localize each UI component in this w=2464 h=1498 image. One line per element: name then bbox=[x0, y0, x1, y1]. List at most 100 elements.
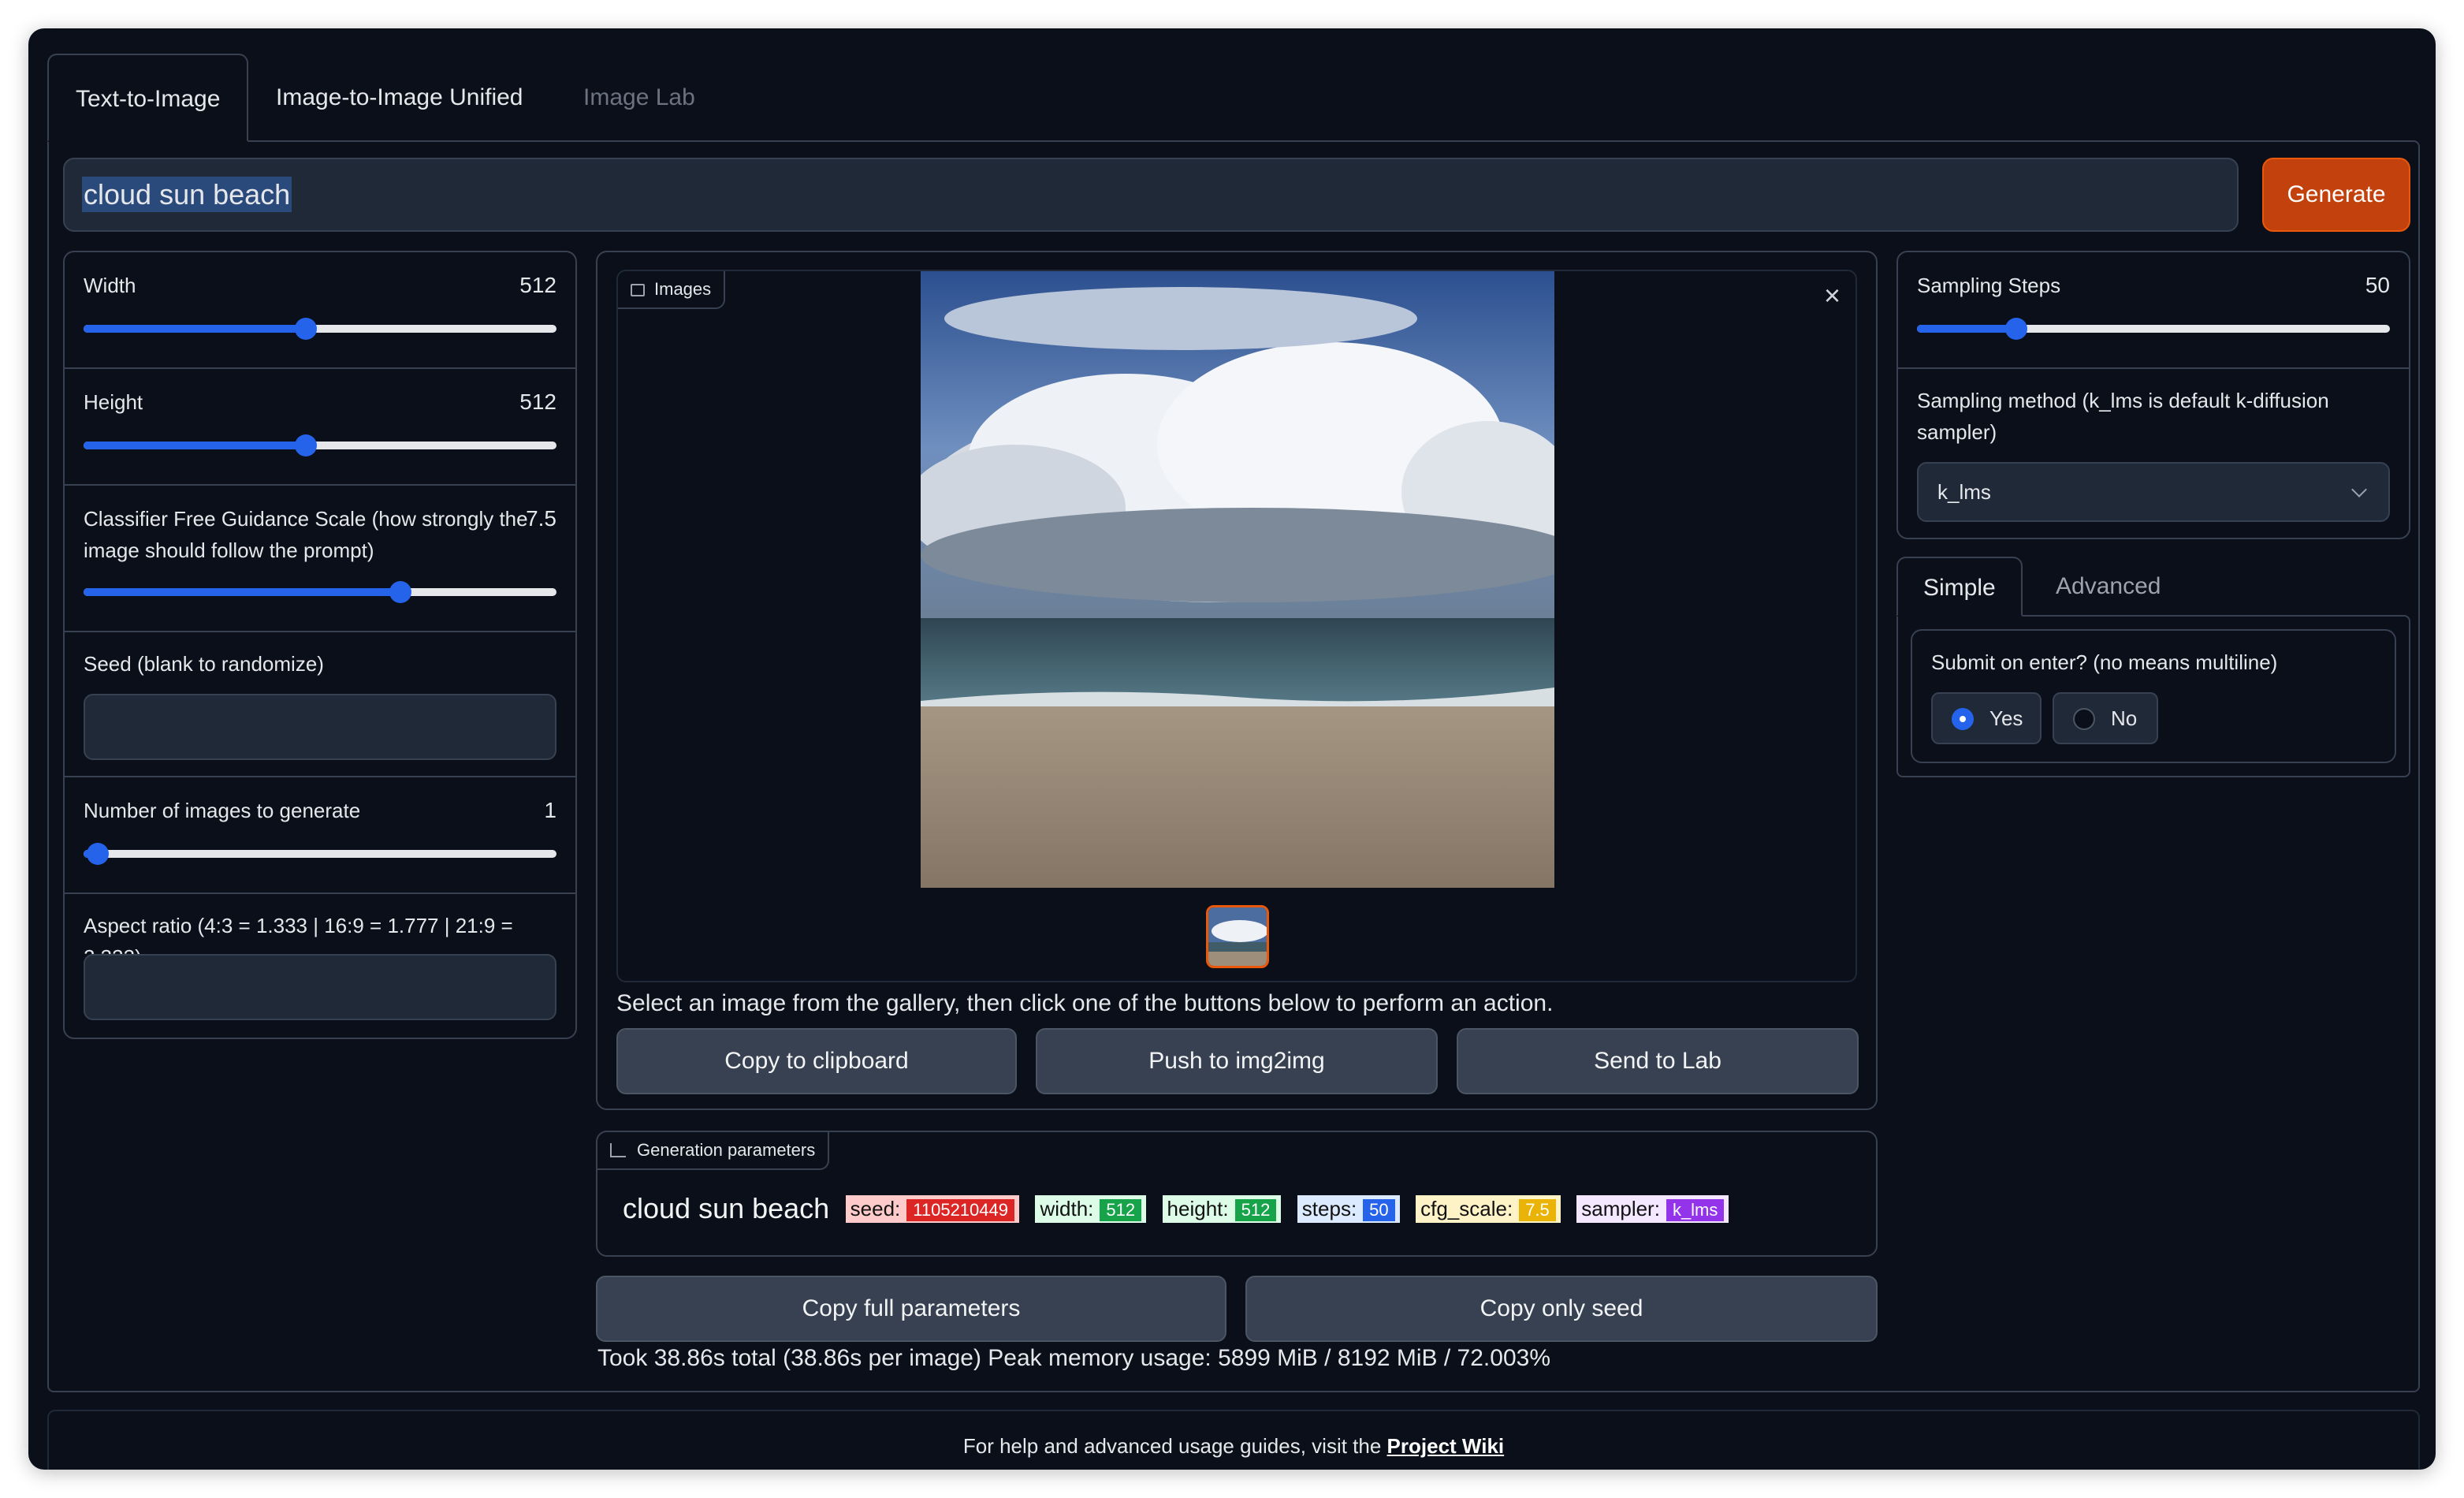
project-wiki-link[interactable]: Project Wiki bbox=[1387, 1434, 1505, 1458]
num-images-block: Number of images to generate 1 bbox=[65, 777, 575, 894]
main-panel: cloud sun beach Generate Width 512 Heigh… bbox=[47, 140, 2420, 1392]
footer-text: For help and advanced usage guides, visi… bbox=[962, 1434, 1387, 1458]
generation-parameters-label: Generation parameters bbox=[637, 1140, 816, 1160]
tab-image-to-image-unified[interactable]: Image-to-Image Unified bbox=[249, 54, 549, 142]
push-to-img2img-button[interactable]: Push to img2img bbox=[1036, 1028, 1438, 1094]
options-tabs: Simple Advanced Submit on enter? (no mea… bbox=[1896, 557, 2410, 777]
send-to-lab-button[interactable]: Send to Lab bbox=[1457, 1028, 1859, 1094]
seed-chip-key: seed: bbox=[850, 1196, 901, 1220]
radio-yes[interactable]: Yes bbox=[1931, 692, 2042, 744]
height-slider-handle[interactable] bbox=[295, 434, 317, 456]
cfg-slider-handle[interactable] bbox=[389, 581, 411, 603]
steps-chip-key: steps: bbox=[1301, 1196, 1357, 1220]
cfg-scale-chip: cfg_scale: 7.5 bbox=[1416, 1194, 1561, 1223]
sampling-method-block: Sampling method (k_lms is default k-diff… bbox=[1898, 369, 2409, 538]
radio-no-dot[interactable] bbox=[2073, 708, 2095, 730]
width-slider-handle[interactable] bbox=[295, 318, 317, 340]
seed-block: Seed (blank to randomize) bbox=[65, 632, 575, 777]
width-slider[interactable] bbox=[84, 318, 556, 340]
chart-icon bbox=[610, 1143, 626, 1157]
sampling-steps-block: Sampling Steps 50 bbox=[1898, 252, 2409, 369]
height-label: Height bbox=[84, 390, 143, 414]
close-icon[interactable]: × bbox=[1824, 279, 1841, 312]
radio-no[interactable]: No bbox=[2053, 692, 2158, 744]
width-chip-key: width: bbox=[1040, 1196, 1094, 1220]
tab-bar: Text-to-Image Image-to-Image Unified Ima… bbox=[47, 54, 2420, 142]
seed-input[interactable] bbox=[84, 694, 556, 760]
sampling-method-label-line1: Sampling method (k_lms is default k-diff… bbox=[1917, 389, 2329, 412]
gallery-thumbnail[interactable] bbox=[1206, 905, 1269, 968]
generated-image[interactable] bbox=[921, 271, 1554, 888]
steps-chip: steps: 50 bbox=[1297, 1194, 1400, 1223]
sampler-chip-key: sampler: bbox=[1581, 1196, 1660, 1220]
cfg-value[interactable]: 7.5 bbox=[526, 506, 556, 531]
width-value[interactable]: 512 bbox=[519, 273, 556, 298]
cfg-slider-block: Classifier Free Guidance Scale (how stro… bbox=[65, 486, 575, 632]
simple-tab-panel: Submit on enter? (no means multiline) Ye… bbox=[1896, 615, 2410, 777]
cfg-label-line1: Classifier Free Guidance Scale (how stro… bbox=[84, 507, 528, 531]
sampler-chip-value: k_lms bbox=[1666, 1198, 1725, 1221]
sampling-steps-slider-fill bbox=[1917, 325, 2016, 333]
num-images-value[interactable]: 1 bbox=[544, 798, 556, 823]
radio-yes-dot[interactable] bbox=[1952, 708, 1974, 730]
sampling-panel: Sampling Steps 50 Sampling method (k_lms… bbox=[1896, 251, 2410, 539]
height-chip-key: height: bbox=[1167, 1196, 1229, 1220]
sampling-method-select[interactable]: k_lms bbox=[1917, 462, 2390, 522]
sampling-steps-slider[interactable] bbox=[1917, 318, 2390, 340]
sampler-chip: sampler: k_lms bbox=[1576, 1194, 1729, 1223]
height-chip-value: 512 bbox=[1234, 1198, 1277, 1221]
height-slider[interactable] bbox=[84, 434, 556, 456]
width-chip-value: 512 bbox=[1100, 1198, 1142, 1221]
height-value[interactable]: 512 bbox=[519, 389, 556, 415]
tab-text-to-image[interactable]: Text-to-Image bbox=[47, 54, 249, 142]
prompt-text: cloud sun beach bbox=[82, 177, 292, 212]
aspect-ratio-input[interactable] bbox=[84, 954, 556, 1020]
cfg-slider-fill bbox=[84, 588, 400, 596]
tab-advanced[interactable]: Advanced bbox=[2030, 557, 2186, 617]
tab-image-lab[interactable]: Image Lab bbox=[556, 54, 722, 142]
thumbnail-image bbox=[1208, 907, 1267, 966]
num-images-slider-handle[interactable] bbox=[87, 843, 109, 865]
footer: For help and advanced usage guides, visi… bbox=[47, 1410, 2420, 1470]
submit-on-enter-block: Submit on enter? (no means multiline) Ye… bbox=[1911, 629, 2396, 763]
chevron-down-icon bbox=[2351, 482, 2367, 497]
num-images-label: Number of images to generate bbox=[84, 799, 361, 822]
prompt-input[interactable]: cloud sun beach bbox=[63, 158, 2239, 232]
num-images-slider[interactable] bbox=[84, 843, 556, 865]
radio-yes-label: Yes bbox=[1989, 706, 2023, 730]
sampling-steps-slider-handle[interactable] bbox=[2005, 318, 2027, 340]
cfg-slider[interactable] bbox=[84, 581, 556, 603]
generation-parameters-badge: Generation parameters bbox=[597, 1132, 830, 1170]
sampling-steps-label: Sampling Steps bbox=[1917, 274, 2061, 297]
aspect-ratio-block: Aspect ratio (4:3 = 1.333 | 16:9 = 1.777… bbox=[65, 894, 575, 1038]
width-slider-fill bbox=[84, 325, 306, 333]
height-slider-block: Height 512 bbox=[65, 369, 575, 486]
generate-button[interactable]: Generate bbox=[2262, 158, 2410, 232]
copy-full-parameters-button[interactable]: Copy full parameters bbox=[596, 1276, 1226, 1342]
copy-only-seed-button[interactable]: Copy only seed bbox=[1245, 1276, 1878, 1342]
settings-panel: Width 512 Height 512 Classifier Free Gui… bbox=[63, 251, 577, 1039]
sampling-method-selected: k_lms bbox=[1937, 480, 1991, 504]
gallery-badge-label: Images bbox=[654, 279, 712, 299]
width-slider-block: Width 512 bbox=[65, 252, 575, 369]
seed-chip: seed: 1105210449 bbox=[845, 1194, 1019, 1223]
cfg-label-line2: image should follow the prompt) bbox=[84, 538, 374, 562]
sampling-steps-value[interactable]: 50 bbox=[2365, 273, 2390, 298]
cfg-scale-chip-value: 7.5 bbox=[1519, 1198, 1556, 1221]
gallery-instruction: Select an image from the gallery, then c… bbox=[616, 990, 1554, 1016]
image-icon bbox=[631, 284, 645, 296]
seed-chip-value: 1105210449 bbox=[906, 1198, 1014, 1221]
copy-to-clipboard-button[interactable]: Copy to clipboard bbox=[616, 1028, 1017, 1094]
generation-parameters-panel: Generation parameters cloud sun beach se… bbox=[596, 1131, 1878, 1257]
gallery-badge: Images bbox=[618, 271, 726, 309]
parameter-prompt: cloud sun beach bbox=[623, 1192, 830, 1224]
seed-label: Seed (blank to randomize) bbox=[84, 652, 324, 676]
height-chip: height: 512 bbox=[1162, 1194, 1282, 1223]
gallery-area: Images × bbox=[616, 270, 1857, 982]
sampling-method-label-line2: sampler) bbox=[1917, 420, 1997, 444]
tab-simple[interactable]: Simple bbox=[1896, 557, 2023, 617]
cfg-scale-chip-key: cfg_scale: bbox=[1420, 1196, 1513, 1220]
parameter-line: cloud sun beach seed: 1105210449 width: 51… bbox=[623, 1192, 1741, 1225]
height-slider-fill bbox=[84, 442, 306, 449]
radio-no-label: No bbox=[2111, 706, 2138, 730]
